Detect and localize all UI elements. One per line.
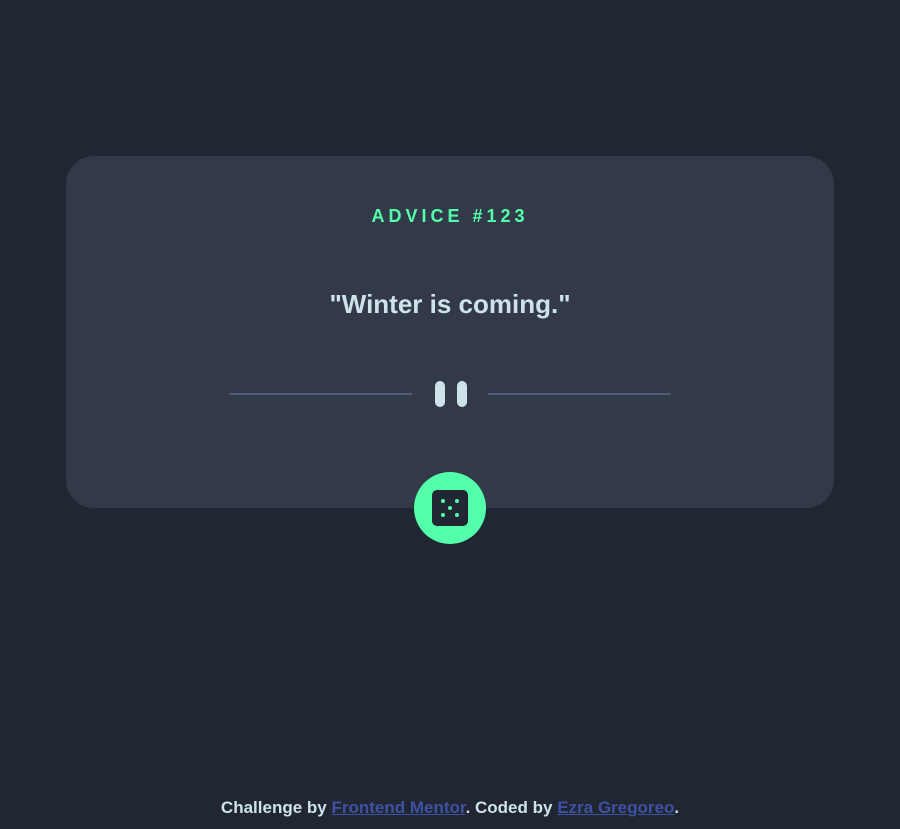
advice-quote: "Winter is coming." <box>329 289 571 319</box>
pattern-divider <box>229 381 671 407</box>
divider-line-right <box>488 393 671 395</box>
footer-suffix: . <box>674 798 680 817</box>
divider-line-left <box>229 393 412 395</box>
attribution-footer: Challenge by Frontend Mentor. Coded by E… <box>0 797 900 819</box>
advice-id-label: ADVICE #123 <box>371 206 529 226</box>
coded-prefix: . Coded by <box>465 798 558 817</box>
dice-icon <box>432 490 468 526</box>
pause-bar-right <box>457 381 467 407</box>
pause-icon <box>435 381 467 407</box>
author-link[interactable]: Ezra Gregoreo <box>557 798 674 817</box>
new-advice-button[interactable] <box>414 472 486 544</box>
challenge-prefix: Challenge by <box>220 798 332 817</box>
frontend-mentor-link[interactable]: Frontend Mentor <box>331 798 465 817</box>
advice-card: ADVICE #123 "Winter is coming." <box>66 156 834 508</box>
pause-bar-left <box>435 381 445 407</box>
